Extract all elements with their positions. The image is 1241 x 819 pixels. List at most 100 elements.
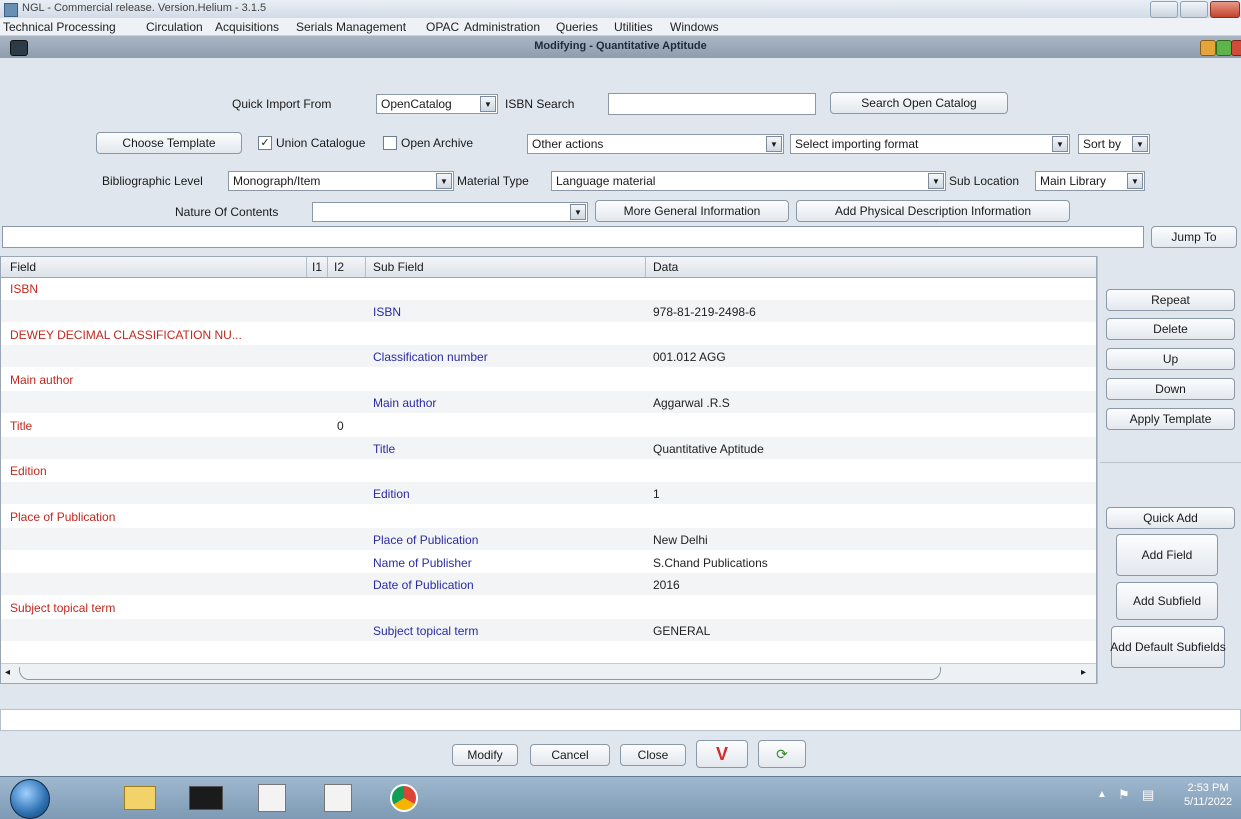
header-i1[interactable]: I1 [312,260,322,274]
java-icon[interactable] [244,780,300,816]
flag-icon[interactable]: ⚑ [1118,787,1130,803]
union-catalogue-checkbox[interactable]: ✓ [258,136,272,150]
chevron-down-icon: ▼ [570,204,586,220]
add-default-subfields-button[interactable]: Add Default Subfields [1110,626,1226,668]
delete-button[interactable]: Delete [1106,318,1235,340]
menu-queries[interactable]: Queries [556,20,598,34]
search-open-catalog-button[interactable]: Search Open Catalog [830,92,1008,114]
bib-level-select[interactable]: Monograph/Item ▼ [228,171,454,191]
table-row[interactable]: Classification number 001.012 AGG [1,345,1096,368]
column-divider[interactable] [645,257,646,277]
header-field[interactable]: Field [10,260,36,274]
choose-template-button[interactable]: Choose Template [96,132,242,154]
table-row[interactable]: Place of Publication [1,505,1096,527]
sort-by-select[interactable]: Sort by ▼ [1078,134,1150,154]
close-window-button[interactable] [1210,1,1240,18]
inner-minimize-icon[interactable] [1200,40,1216,56]
table-row[interactable]: Main author [1,368,1096,390]
terminal-icon[interactable] [178,780,234,816]
menu-serials-management[interactable]: Serials Management [296,20,406,34]
tray-date: 5/11/2022 [1183,796,1233,808]
table-row[interactable]: Name of Publisher S.Chand Publications [1,551,1096,573]
table-row[interactable]: ISBN 978-81-219-2498-6 [1,299,1096,322]
menu-acquisitions[interactable]: Acquisitions [215,20,279,34]
marc-fields-table: Field I1 I2 Sub Field Data ISBN ISBN 978-8… [0,256,1097,684]
quick-import-select[interactable]: OpenCatalog ▼ [376,94,498,114]
menu-windows[interactable]: Windows [670,20,719,34]
sub-location-select[interactable]: Main Library ▼ [1035,171,1145,191]
table-row[interactable]: ISBN [1,277,1096,299]
subfield-cell: ISBN [373,304,402,319]
inner-close-icon[interactable] [1231,40,1241,56]
table-row[interactable]: Main author Aggarwal .R.S [1,391,1096,413]
minimize-button[interactable] [1150,1,1178,18]
union-catalogue-label: Union Catalogue [276,136,366,150]
nature-contents-select[interactable]: ▼ [312,202,588,222]
close-button[interactable]: Close [620,744,686,766]
menu-technical-processing[interactable]: Technical Processing [3,20,116,34]
file-explorer-icon[interactable] [112,780,168,816]
chrome-icon[interactable] [376,780,432,816]
horizontal-scrollbar[interactable]: ◂ ▸ [1,663,1096,683]
inner-maximize-icon[interactable] [1216,40,1232,56]
table-row[interactable]: Place of Publication New Delhi [1,527,1096,550]
material-type-select[interactable]: Language material ▼ [551,171,946,191]
header-i2[interactable]: I2 [334,260,344,274]
down-button[interactable]: Down [1106,378,1235,400]
add-field-button[interactable]: Add Field [1116,534,1218,576]
import-format-select[interactable]: Select importing format ▼ [790,134,1070,154]
open-archive-label: Open Archive [401,136,474,150]
table-row[interactable]: Date of Publication 2016 [1,573,1096,596]
table-row[interactable]: Title Quantitative Aptitude [1,436,1096,459]
java-icon[interactable] [310,780,366,816]
subfield-cell: Place of Publication [373,532,479,547]
subfield-cell: Main author [373,396,437,410]
table-row[interactable]: Edition 1 [1,482,1096,505]
data-cell: 001.012 AGG [653,350,726,365]
table-row[interactable]: Subject topical term GENERAL [1,619,1096,641]
up-button[interactable]: Up [1106,348,1235,370]
validate-icon[interactable]: V [696,740,748,768]
subfield-cell: Edition [373,487,410,502]
jump-to-button[interactable]: Jump To [1151,226,1237,248]
subfield-cell: Subject topical term [373,624,479,638]
add-subfield-button[interactable]: Add Subfield [1116,582,1218,620]
modify-button[interactable]: Modify [452,744,518,766]
maximize-button[interactable] [1180,1,1208,18]
menu-administration[interactable]: Administration [464,20,540,34]
table-row[interactable]: Edition [1,459,1096,481]
cancel-button[interactable]: Cancel [530,744,610,766]
column-divider[interactable] [306,257,307,277]
menu-opac[interactable]: OPAC [426,20,459,34]
table-row[interactable]: Title 0 [1,414,1096,436]
chevron-down-icon: ▼ [436,173,452,189]
system-menu-icon[interactable] [10,40,28,56]
table-row[interactable]: DEWEY DECIMAL CLASSIFICATION NU... [1,323,1096,345]
header-data[interactable]: Data [653,260,678,274]
apply-template-button[interactable]: Apply Template [1106,408,1235,430]
column-divider[interactable] [365,257,366,277]
windows-start-icon[interactable] [10,779,50,819]
message-field[interactable] [0,709,1241,731]
repeat-button[interactable]: Repeat [1106,289,1235,311]
add-physical-description-button[interactable]: Add Physical Description Information [796,200,1070,222]
refresh-icon[interactable]: ⟳ [758,740,806,768]
open-archive-checkbox[interactable] [383,136,397,150]
table-row[interactable]: Subject topical term [1,596,1096,618]
column-divider[interactable] [327,257,328,277]
more-general-info-button[interactable]: More General Information [595,200,789,222]
menu-circulation[interactable]: Circulation [146,20,203,34]
scroll-right-icon[interactable]: ▸ [1081,667,1086,678]
menu-utilities[interactable]: Utilities [614,20,653,34]
scrollbar-thumb[interactable] [19,667,941,680]
other-actions-select[interactable]: Other actions ▼ [527,134,784,154]
sort-by-value: Sort by [1083,137,1122,151]
tray-expand-icon[interactable]: ▲ [1097,789,1107,800]
jump-input[interactable] [2,226,1144,248]
scroll-left-icon[interactable]: ◂ [5,667,10,678]
network-icon[interactable]: ▤ [1142,787,1154,803]
tray-clock[interactable]: 2:53 PM 5/11/2022 [1178,781,1238,809]
header-subfield[interactable]: Sub Field [373,260,424,274]
isbn-search-input[interactable] [608,93,816,115]
quick-add-button[interactable]: Quick Add [1106,507,1235,529]
